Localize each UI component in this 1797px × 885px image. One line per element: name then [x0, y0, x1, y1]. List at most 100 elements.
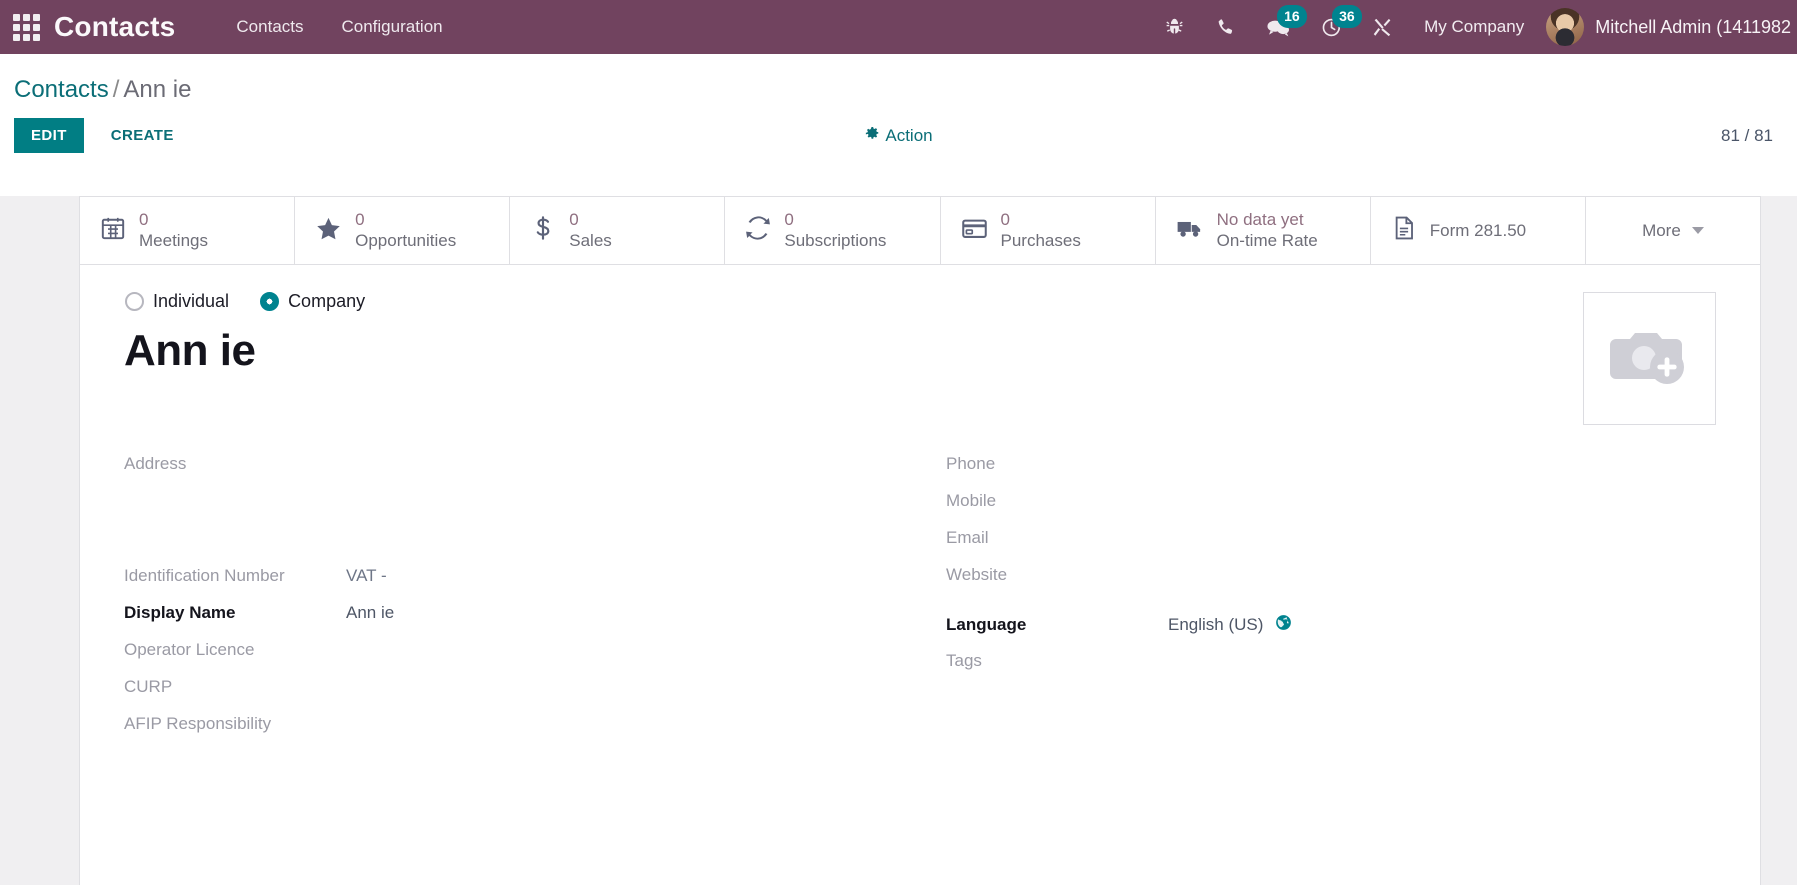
field-operator-licence: Operator Licence — [124, 640, 890, 677]
stat-label: Sales — [569, 230, 612, 250]
calendar-icon — [100, 215, 126, 246]
control-panel-buttons: EDIT CREATE Action 81 / 81 — [14, 110, 1783, 169]
field-label: Phone — [946, 454, 996, 473]
menu-configuration[interactable]: Configuration — [323, 1, 462, 53]
company-type-radio-group: Individual Company — [124, 291, 1716, 312]
form-column-right: Phone Mobile Email Website Language Engl… — [920, 454, 1716, 751]
field-curp: CURP — [124, 677, 890, 714]
truck-icon — [1176, 214, 1204, 247]
field-address: Address — [124, 454, 890, 566]
field-email: Email — [946, 528, 1686, 565]
field-label: Email — [946, 528, 989, 547]
refresh-icon — [745, 215, 771, 246]
messages-icon[interactable]: 16 — [1251, 0, 1307, 54]
field-tags: Tags — [946, 651, 1686, 688]
user-menu[interactable]: Mitchell Admin (1411982 — [1540, 8, 1791, 46]
tools-icon[interactable] — [1357, 0, 1408, 54]
stat-value: 0 — [569, 210, 579, 230]
radio-individual[interactable] — [125, 292, 144, 311]
breadcrumb-current: Ann ie — [123, 76, 192, 103]
credit-card-icon — [961, 215, 988, 247]
field-mobile: Mobile — [946, 491, 1686, 528]
field-label: Display Name — [124, 603, 236, 622]
field-label: CURP — [124, 677, 173, 696]
activity-clock-icon[interactable]: 36 — [1306, 0, 1362, 54]
field-afip-responsibility: AFIP Responsibility — [124, 714, 890, 751]
dollar-icon — [530, 215, 556, 246]
field-label: Operator Licence — [124, 640, 255, 659]
field-identification-number: Identification Number VAT - — [124, 566, 890, 603]
stat-label: Subscriptions — [784, 230, 887, 250]
control-panel: Contacts / Ann ie EDIT CREATE Action 81 / … — [0, 54, 1797, 169]
field-spacer — [946, 602, 1686, 614]
stat-button-opportunities[interactable]: 0 Opportunities — [295, 197, 511, 264]
stat-button-row: 0 Meetings 0 Opportunities 0 Sales 0 Sub… — [80, 197, 1760, 265]
field-phone: Phone — [946, 454, 1686, 491]
field-value[interactable]: Ann ie — [346, 603, 394, 623]
stat-button-on-time-rate[interactable]: No data yet On-time Rate — [1156, 197, 1371, 264]
field-label: Website — [946, 565, 1008, 584]
form-columns: Address Identification Number VAT - Disp… — [124, 454, 1716, 751]
field-label: Identification Number — [124, 566, 285, 585]
stat-label: Purchases — [1000, 230, 1081, 250]
app-brand[interactable]: Contacts — [52, 11, 181, 43]
field-label: Address — [124, 454, 187, 473]
radio-label-individual[interactable]: Individual — [153, 291, 229, 312]
more-label: More — [1642, 220, 1681, 240]
chevron-down-icon — [1691, 227, 1704, 234]
image-upload-placeholder[interactable] — [1583, 292, 1716, 425]
form-body: Individual Company Ann ie Address Identi… — [80, 265, 1760, 751]
breadcrumb-separator: / — [112, 76, 120, 103]
field-label: Mobile — [946, 491, 997, 510]
stat-button-subscriptions[interactable]: 0 Subscriptions — [725, 197, 941, 264]
breadcrumb-root[interactable]: Contacts — [14, 76, 109, 103]
field-label: Language — [946, 615, 1027, 634]
camera-add-icon — [1607, 323, 1693, 394]
stat-button-purchases[interactable]: 0 Purchases — [941, 197, 1156, 264]
messages-badge: 16 — [1277, 5, 1307, 28]
breadcrumb: Contacts / Ann ie — [14, 54, 1783, 110]
field-website: Website — [946, 565, 1686, 602]
stat-label: On-time Rate — [1216, 230, 1318, 250]
stat-button-more[interactable]: More — [1586, 197, 1760, 264]
apps-grid-icon[interactable] — [0, 0, 52, 54]
top-navbar: Contacts Contacts Configuration 16 36 My… — [0, 0, 1797, 54]
stat-value: 0 — [139, 210, 149, 230]
bug-icon[interactable] — [1149, 0, 1200, 54]
stat-label: Opportunities — [355, 230, 457, 250]
field-label: Tags — [946, 651, 982, 670]
company-switcher[interactable]: My Company — [1408, 17, 1540, 37]
form-sheet: 0 Meetings 0 Opportunities 0 Sales 0 Sub… — [79, 196, 1761, 885]
stat-label: Form 281.50 — [1429, 220, 1527, 240]
globe-icon[interactable] — [1275, 614, 1292, 636]
field-display-name: Display Name Ann ie — [124, 603, 890, 640]
record-name[interactable]: Ann ie — [124, 326, 1716, 376]
radio-company[interactable] — [260, 292, 280, 311]
field-value[interactable]: English (US) — [1168, 615, 1263, 635]
form-column-left: Address Identification Number VAT - Disp… — [124, 454, 920, 751]
document-icon — [1391, 215, 1417, 246]
stat-button-sales[interactable]: 0 Sales — [510, 197, 726, 264]
stat-value: 0 — [1000, 210, 1010, 230]
action-menu[interactable]: Action — [864, 126, 933, 146]
phone-icon[interactable] — [1200, 0, 1251, 54]
stat-label: Meetings — [139, 230, 208, 250]
stat-value: 0 — [784, 210, 794, 230]
field-language: Language English (US) — [946, 614, 1686, 651]
stat-button-form-281-50[interactable]: Form 281.50 — [1371, 197, 1586, 264]
navbar-menus: Contacts Configuration — [217, 1, 461, 53]
stat-value: No data yet — [1216, 210, 1304, 230]
gear-icon — [864, 126, 879, 146]
star-icon — [315, 215, 342, 247]
navbar-right: 16 36 My Company Mitchell Admin (1411982 — [1149, 0, 1797, 54]
user-name: Mitchell Admin (1411982 — [1595, 16, 1791, 37]
stat-value: 0 — [355, 210, 365, 230]
create-button[interactable]: CREATE — [94, 118, 191, 153]
field-label: AFIP Responsibility — [124, 714, 272, 733]
stat-button-meetings[interactable]: 0 Meetings — [80, 197, 296, 264]
pager[interactable]: 81 / 81 — [1721, 126, 1783, 146]
menu-contacts[interactable]: Contacts — [217, 1, 322, 53]
field-value[interactable]: VAT - — [346, 566, 387, 586]
edit-button[interactable]: EDIT — [14, 118, 84, 153]
radio-label-company[interactable]: Company — [288, 291, 365, 312]
